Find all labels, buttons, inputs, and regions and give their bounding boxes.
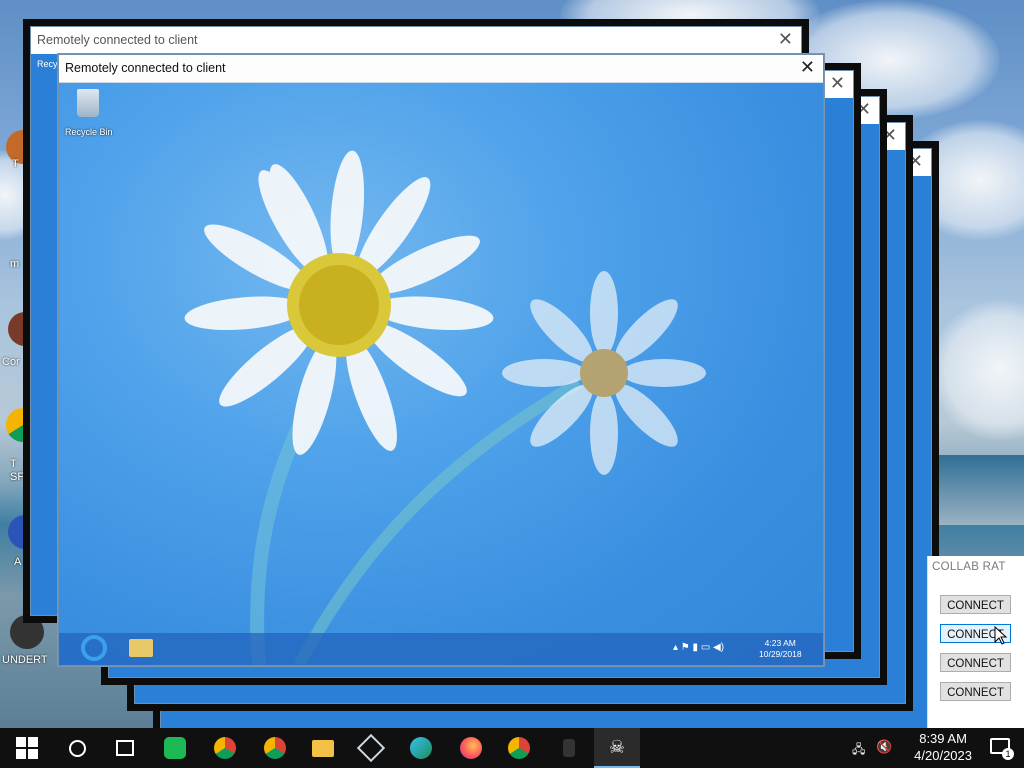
taskbar-app-explorer[interactable] <box>300 728 346 768</box>
clock-time: 8:39 AM <box>919 731 967 746</box>
virtualbox-icon <box>356 733 386 763</box>
network-icon[interactable]: 🖧 <box>852 740 865 761</box>
file-explorer-icon <box>312 739 334 757</box>
task-view-button[interactable] <box>102 728 148 768</box>
start-button[interactable] <box>4 728 50 768</box>
window-titlebar[interactable]: Remotely connected to client ✕ <box>59 55 823 83</box>
remote-taskbar: ▴ ⚑ ▮ ▭ ◀) 4:23 AM 10/29/2018 <box>59 633 823 665</box>
taskbar-app-virtualbox[interactable] <box>348 728 394 768</box>
chrome-profile-icon <box>264 737 286 759</box>
taskbar-app-edge[interactable] <box>398 728 444 768</box>
firefox-icon <box>460 737 482 759</box>
desktop-icon-label: m <box>10 258 20 270</box>
connect-button-4[interactable]: CONNECT <box>940 682 1011 701</box>
folder-icon[interactable] <box>129 639 153 657</box>
close-icon[interactable]: ✕ <box>882 125 897 146</box>
app-icon <box>563 739 575 757</box>
desktop-icon-label: A <box>14 556 22 568</box>
cloud <box>930 300 1024 440</box>
window-titlebar[interactable]: Remotely connected to client ✕ <box>31 27 801 54</box>
remote-clock: 4:23 AM 10/29/2018 <box>759 638 802 660</box>
system-clock[interactable]: 8:39 AM 4/20/2023 <box>914 730 972 764</box>
chrome-icon <box>508 737 530 759</box>
spotify-icon <box>164 737 186 759</box>
taskbar-app-unknown[interactable] <box>546 728 592 768</box>
internet-explorer-icon[interactable] <box>81 635 107 661</box>
close-icon[interactable]: ✕ <box>800 57 815 78</box>
connect-button-1[interactable]: CONNECT <box>940 595 1011 614</box>
taskbar: ☠ 🖧 🔇 8:39 AM 4/20/2023 1 <box>0 728 1024 768</box>
window-title: Remotely connected to client <box>37 33 198 47</box>
remote-clock-time: 4:23 AM <box>764 638 796 648</box>
desktop-icon-label: UNDERT <box>2 654 48 666</box>
window-title: Remotely connected to client <box>65 61 226 75</box>
panel-title: COLLAB RAT <box>932 561 1006 573</box>
daisy-wallpaper <box>184 150 706 665</box>
clock-date: 4/20/2023 <box>914 748 972 763</box>
windows-start-icon <box>16 737 38 759</box>
notification-count-badge: 1 <box>1002 748 1014 760</box>
remote-desktop-view[interactable]: Recycle Bin ▴ ⚑ ▮ ▭ ◀) 4:23 AM 10/29/201… <box>59 83 823 665</box>
remote-tray-icons: ▴ ⚑ ▮ ▭ ◀) <box>673 642 725 653</box>
taskbar-app-spotify[interactable] <box>152 728 198 768</box>
remote-window-main[interactable]: Remotely connected to client ✕ Recycle B… <box>58 54 824 666</box>
task-view-icon <box>116 740 134 756</box>
desktop-icon-label: T SP <box>10 458 25 483</box>
taskbar-app-chrome-2[interactable] <box>496 728 542 768</box>
taskbar-app-firefox[interactable] <box>448 728 494 768</box>
desktop-icon-label: T <box>12 158 19 170</box>
close-icon[interactable]: ✕ <box>778 29 793 50</box>
close-icon[interactable]: ✕ <box>908 151 923 172</box>
taskbar-app-skull[interactable]: ☠ <box>594 728 640 768</box>
remote-clock-date: 10/29/2018 <box>759 649 802 659</box>
mouse-cursor-icon <box>994 626 1008 645</box>
sea <box>930 455 1024 525</box>
skull-app-icon: ☠ <box>608 737 626 757</box>
search-button[interactable] <box>54 728 100 768</box>
chrome-icon <box>214 737 236 759</box>
volume-muted-icon[interactable]: 🔇 <box>876 739 892 755</box>
desktop-icon-label: Cor <box>2 356 20 368</box>
notification-center-button[interactable]: 1 <box>990 738 1014 760</box>
desktop-app-icon[interactable] <box>10 615 44 649</box>
close-icon[interactable]: ✕ <box>830 73 845 94</box>
edge-icon <box>410 737 432 759</box>
collab-rat-panel: COLLAB RAT CONNECT CONNECT CONNECT CONNE… <box>927 556 1024 728</box>
taskbar-app-chrome-profile[interactable] <box>252 728 298 768</box>
close-icon[interactable]: ✕ <box>856 99 871 120</box>
search-icon <box>68 739 86 757</box>
taskbar-app-chrome[interactable] <box>202 728 248 768</box>
connect-button-3[interactable]: CONNECT <box>940 653 1011 672</box>
